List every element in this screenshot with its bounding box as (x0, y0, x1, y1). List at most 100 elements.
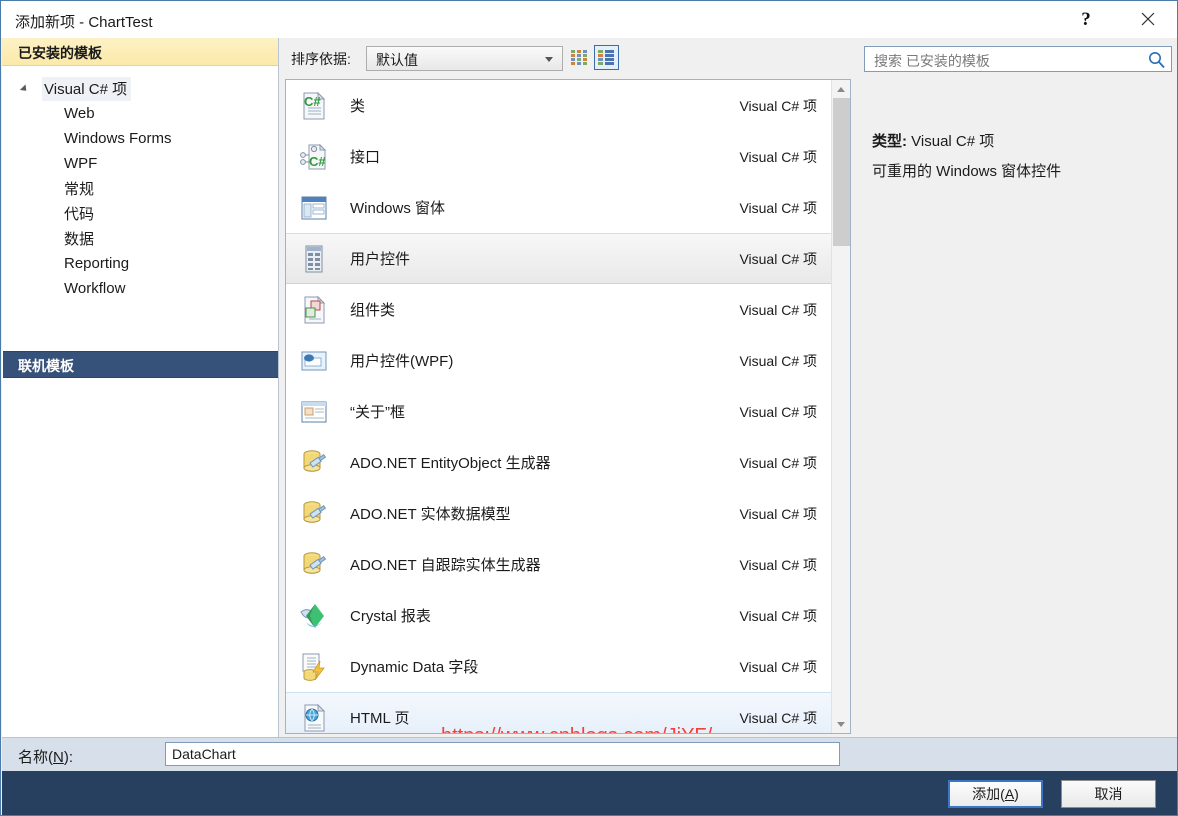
question-mark-icon: ? (1081, 8, 1091, 30)
template-list[interactable]: C# 类 Visual C# 项 C# 接口 Visual C# 项 Windo… (285, 79, 851, 734)
template-type-label: 类型: (872, 133, 907, 150)
search-input[interactable]: 搜索 已安装的模板 (864, 46, 1172, 72)
add-label-suffix: ) (1014, 786, 1019, 802)
template-kind: Visual C# 项 (739, 403, 817, 420)
svg-text:C#: C# (309, 154, 326, 169)
sort-label: 排序依据: (291, 51, 351, 67)
add-new-item-dialog: 添加新项 - ChartTest ? 已安装的模板 Visual C# 项 We… (0, 0, 1178, 816)
template-details: 类型: Visual C# 项 可重用的 Windows 窗体控件 (864, 82, 1172, 727)
online-templates-label: 联机模板 (18, 358, 74, 374)
sidebar-item-general[interactable]: 常规 (2, 176, 278, 201)
table-row[interactable]: ADO.NET 自跟踪实体生成器 Visual C# 项 (286, 539, 831, 590)
table-row[interactable]: HTML 页 Visual C# 项 (286, 692, 831, 733)
online-templates-header[interactable]: 联机模板 (3, 351, 278, 378)
template-name: Crystal 报表 (350, 608, 431, 625)
template-name: 用户控件 (350, 251, 411, 268)
template-description: 可重用的 Windows 窗体控件 (872, 163, 1062, 180)
installed-templates-panel: 已安装的模板 Visual C# 项 Web Windows Forms WPF… (2, 38, 278, 737)
search-placeholder: 搜索 已安装的模板 (874, 53, 990, 69)
dynamic-data-field-icon (302, 653, 325, 681)
small-grid-icon (571, 50, 587, 65)
medium-grid-icon (598, 50, 614, 65)
wpf-user-control-icon (301, 351, 327, 370)
small-icons-view-button[interactable] (567, 45, 592, 70)
name-bar: 名称(N): DataChart (2, 737, 1177, 771)
template-kind: Visual C# 项 (739, 148, 817, 165)
table-row[interactable]: 组件类 Visual C# 项 (286, 284, 831, 335)
medium-icons-view-button[interactable] (594, 45, 619, 70)
ado-selftracking-icon (303, 551, 327, 574)
template-name: ADO.NET EntityObject 生成器 (350, 455, 551, 472)
close-icon (1141, 12, 1155, 26)
search-icon[interactable] (1147, 50, 1166, 69)
sidebar-item-code[interactable]: 代码 (2, 201, 278, 226)
template-kind: Visual C# 项 (739, 97, 817, 114)
close-button[interactable] (1125, 1, 1171, 37)
svg-text:C#: C# (304, 94, 321, 109)
template-kind: Visual C# 项 (739, 556, 817, 573)
template-list-panel: 排序依据: 默认值 C# 类 Visual C# 项 C# 接口 Visual … (279, 38, 857, 737)
dialog-footer: 添加(A) 取消 (2, 771, 1177, 815)
add-label-accelerator: A (1004, 786, 1015, 802)
table-row[interactable]: C# 类 Visual C# 项 (286, 80, 831, 131)
add-button[interactable]: 添加(A) (948, 780, 1043, 808)
name-label-accelerator: N (53, 749, 64, 766)
crystal-report-icon (300, 603, 324, 628)
tree-node-visual-csharp-label: Visual C# 项 (42, 76, 132, 101)
scroll-up-button[interactable] (832, 80, 850, 98)
sidebar-item-reporting[interactable]: Reporting (2, 251, 278, 276)
sort-toolbar: 排序依据: 默认值 (279, 38, 857, 79)
chevron-down-icon[interactable] (19, 84, 30, 94)
sidebar-item-workflow[interactable]: Workflow (2, 276, 278, 301)
template-kind: Visual C# 项 (739, 454, 817, 471)
template-name: Dynamic Data 字段 (350, 659, 479, 676)
sidebar-item-web[interactable]: Web (2, 101, 278, 126)
chevron-down-icon (837, 721, 845, 727)
template-list-scrollbar[interactable] (831, 80, 850, 733)
sidebar-item-windows-forms[interactable]: Windows Forms (2, 126, 278, 151)
chevron-down-icon (545, 57, 553, 62)
table-row[interactable]: Windows 窗体 Visual C# 项 (286, 182, 831, 233)
help-button[interactable]: ? (1063, 1, 1109, 37)
cancel-button[interactable]: 取消 (1061, 780, 1156, 808)
name-field-label: 名称(N): (18, 746, 73, 767)
installed-templates-header: 已安装的模板 (2, 38, 278, 66)
name-label-prefix: 名称( (18, 749, 53, 766)
table-row[interactable]: “关于”框 Visual C# 项 (286, 386, 831, 437)
tree-node-visual-csharp[interactable]: Visual C# 项 (2, 76, 278, 101)
scroll-down-button[interactable] (832, 715, 850, 733)
sort-by-dropdown[interactable]: 默认值 (366, 46, 563, 71)
installed-templates-header-label: 已安装的模板 (18, 45, 102, 61)
name-input[interactable]: DataChart (165, 742, 840, 766)
sidebar-item-data[interactable]: 数据 (2, 226, 278, 251)
template-kind: Visual C# 项 (739, 301, 817, 318)
template-kind: Visual C# 项 (739, 352, 817, 369)
add-label-prefix: 添加( (972, 786, 1005, 802)
template-kind: Visual C# 项 (739, 607, 817, 624)
table-row-selected[interactable]: 用户控件 Visual C# 项 (286, 233, 831, 284)
sort-by-value: 默认值 (376, 52, 418, 68)
table-row[interactable]: 用户控件(WPF) Visual C# 项 (286, 335, 831, 386)
template-category-tree: Visual C# 项 Web Windows Forms WPF 常规 代码 … (2, 76, 278, 301)
template-name: 用户控件(WPF) (350, 353, 454, 370)
template-name: HTML 页 (350, 710, 410, 727)
template-name: ADO.NET 实体数据模型 (350, 506, 511, 523)
about-box-icon (301, 401, 327, 422)
template-name: Windows 窗体 (350, 200, 446, 217)
table-row[interactable]: ADO.NET EntityObject 生成器 Visual C# 项 (286, 437, 831, 488)
template-kind: Visual C# 项 (739, 199, 817, 216)
table-row[interactable]: Dynamic Data 字段 Visual C# 项 (286, 641, 831, 692)
sidebar-item-wpf[interactable]: WPF (2, 151, 278, 176)
table-row[interactable]: C# 接口 Visual C# 项 (286, 131, 831, 182)
template-name: 接口 (350, 149, 381, 166)
user-control-icon (305, 245, 323, 272)
dialog-titlebar: 添加新项 - ChartTest ? (1, 1, 1177, 39)
component-class-icon (304, 295, 326, 323)
scrollbar-thumb[interactable] (833, 98, 850, 246)
template-name: 类 (350, 98, 366, 115)
template-name: 组件类 (350, 302, 396, 319)
name-input-value: DataChart (172, 746, 236, 762)
table-row[interactable]: Crystal 报表 Visual C# 项 (286, 590, 831, 641)
template-type-row: 类型: Visual C# 项 (872, 130, 994, 151)
table-row[interactable]: ADO.NET 实体数据模型 Visual C# 项 (286, 488, 831, 539)
